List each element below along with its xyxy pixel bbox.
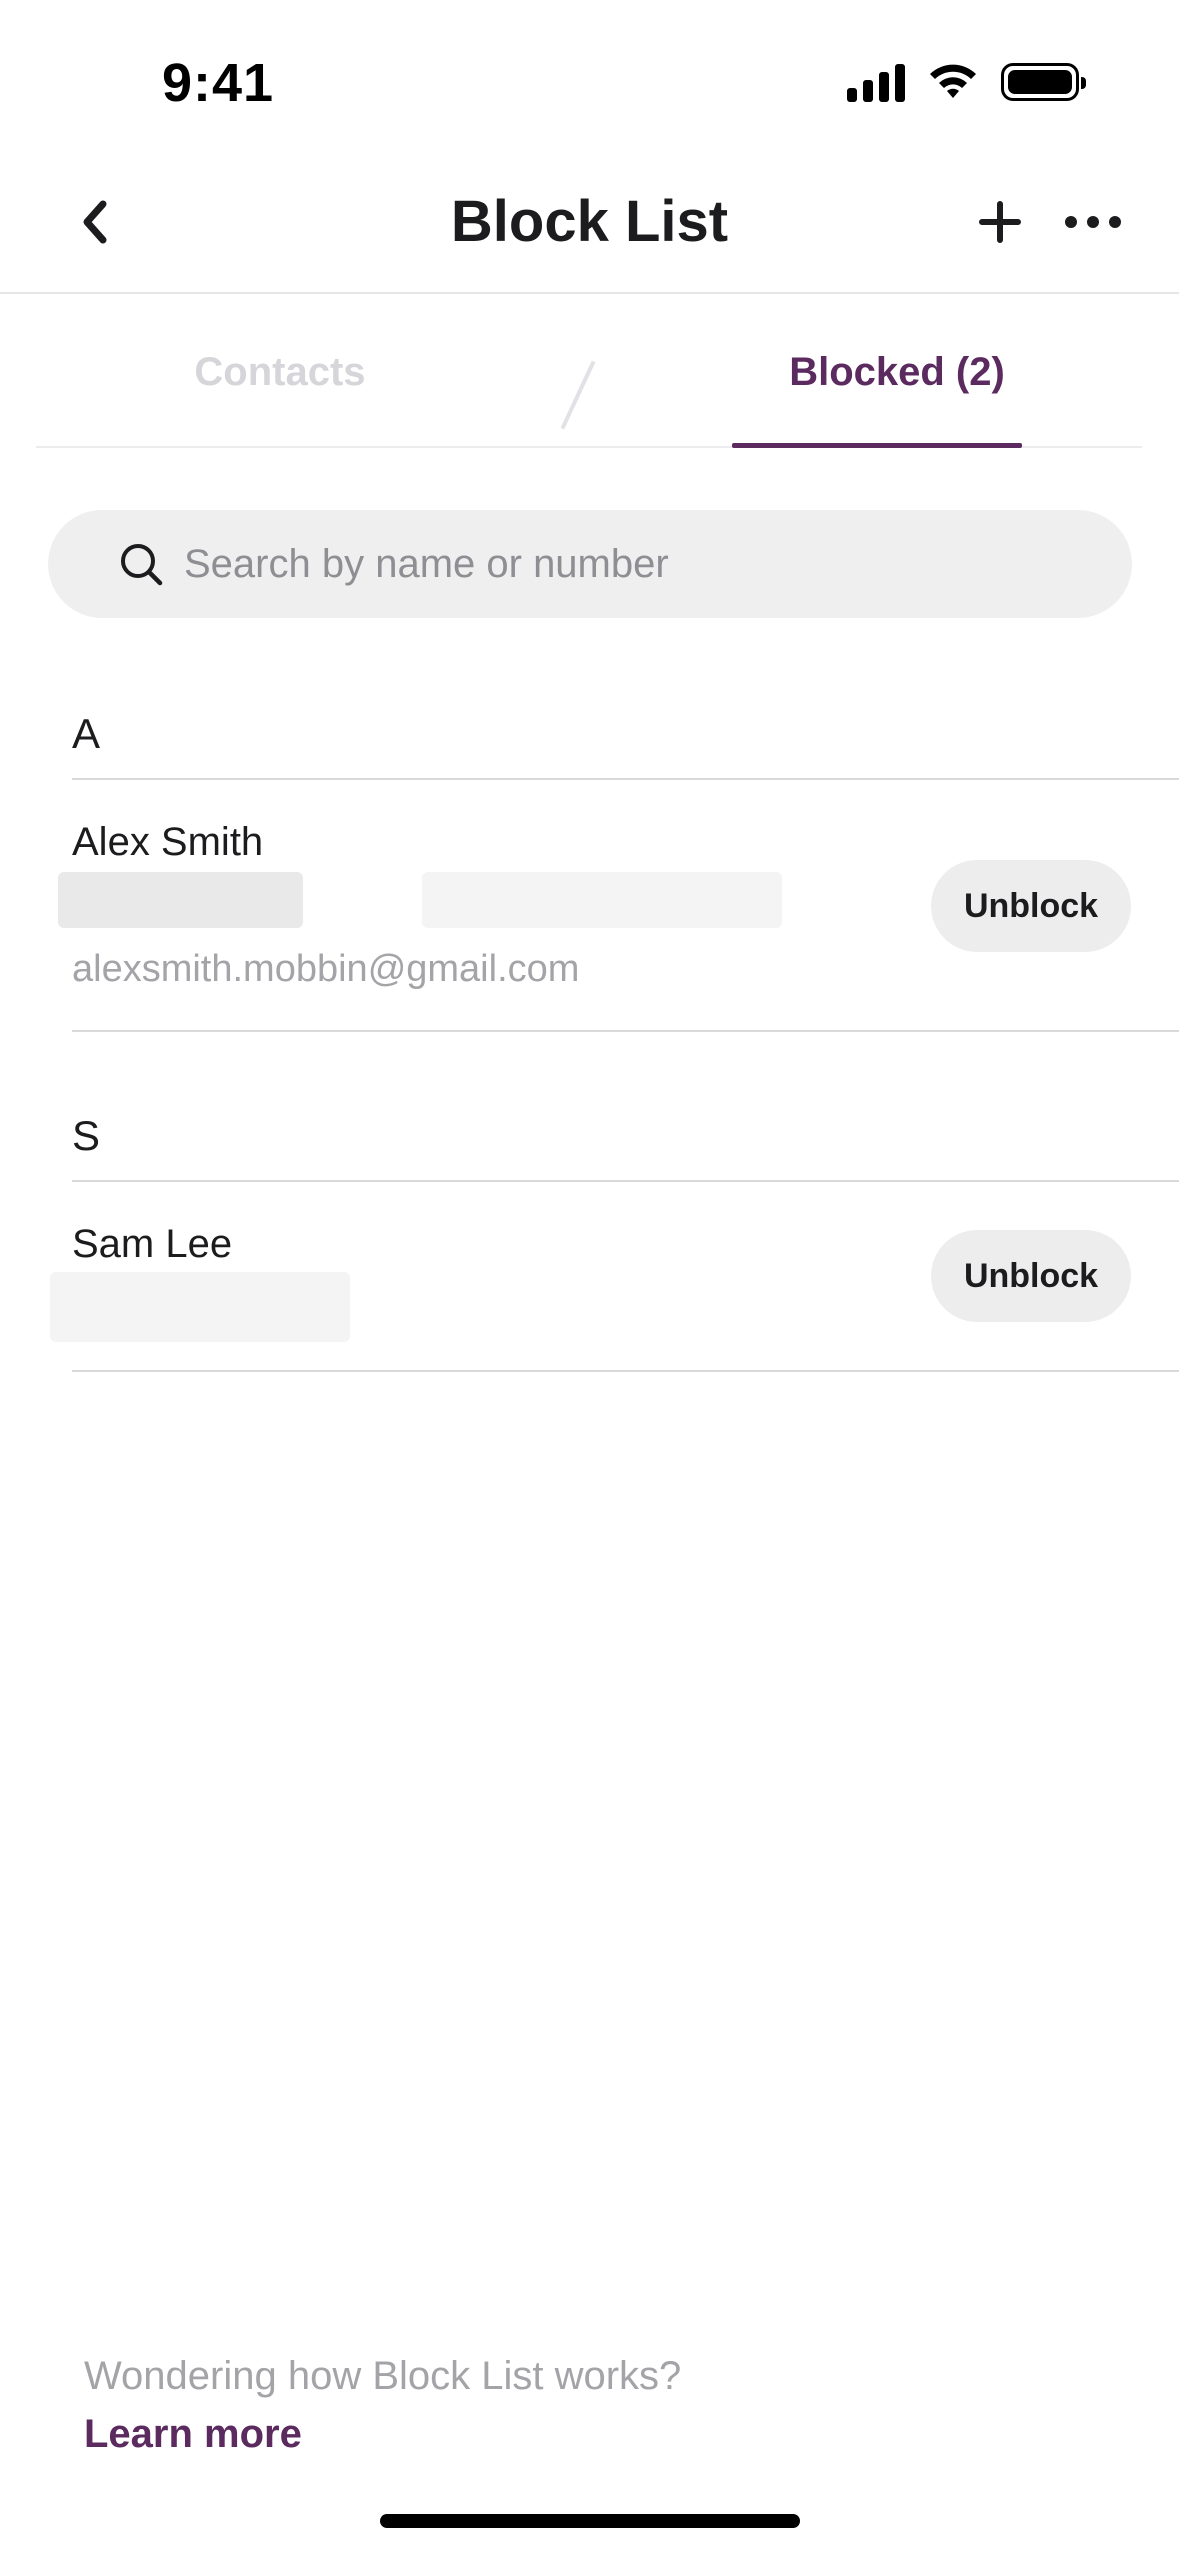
learn-more-link[interactable]: Learn more <box>84 2412 302 2457</box>
redacted-phone <box>50 1272 350 1342</box>
status-icons <box>847 62 1086 102</box>
search-icon <box>121 544 163 586</box>
wifi-icon <box>930 64 976 98</box>
contact-row-alex-smith[interactable]: Alex Smith alexsmith.mobbin@gmail.com Un… <box>58 780 1179 1032</box>
footer-help-text: Wondering how Block List works? <box>84 2354 682 2398</box>
redacted-phone-secondary <box>422 872 782 928</box>
unblock-button-alex-smith[interactable]: Unblock <box>931 860 1131 952</box>
tab-divider <box>560 360 596 430</box>
contact-email: alexsmith.mobbin@gmail.com <box>72 948 580 990</box>
more-options-button[interactable] <box>1058 192 1128 252</box>
unblock-button-sam-lee[interactable]: Unblock <box>931 1230 1131 1322</box>
battery-icon <box>1001 63 1086 101</box>
home-indicator[interactable] <box>380 2514 800 2528</box>
cellular-signal-icon <box>847 62 905 102</box>
contact-row-sam-lee[interactable]: Sam Lee Unblock <box>50 1182 1179 1372</box>
search-bar[interactable] <box>48 510 1132 618</box>
status-time: 9:41 <box>162 53 275 113</box>
navigation-bar: Block List <box>0 150 1179 294</box>
plus-icon <box>979 201 1021 243</box>
redacted-phone <box>58 872 303 928</box>
search-input[interactable] <box>184 541 1084 587</box>
status-bar: 9:41 <box>0 0 1179 150</box>
active-tab-indicator <box>732 443 1022 448</box>
tab-blocked[interactable]: Blocked (2) <box>732 296 1062 448</box>
contact-name: Alex Smith <box>72 820 264 864</box>
add-button[interactable] <box>970 192 1030 252</box>
section-header-a: A <box>72 670 1179 780</box>
section-header-s: S <box>72 1072 1179 1182</box>
contact-name: Sam Lee <box>72 1222 233 1266</box>
block-list-screen: 9:41 Block List Contacts Blocked (2) Sea… <box>0 0 1179 2556</box>
tab-contacts[interactable]: Contacts <box>100 296 460 448</box>
more-horizontal-icon <box>1065 216 1121 228</box>
tab-bar: Contacts Blocked (2) <box>36 296 1142 448</box>
